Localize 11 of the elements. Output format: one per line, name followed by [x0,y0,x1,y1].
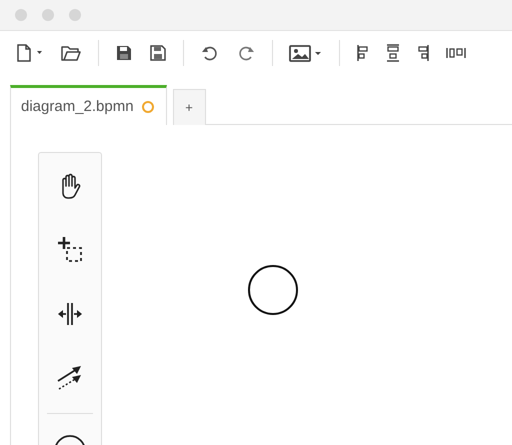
new-tab-button[interactable]: + [172,89,206,125]
save-as-icon[interactable] [149,43,167,63]
lasso-tool-icon[interactable] [55,235,85,265]
align-left-icon[interactable] [356,43,370,63]
file-tab[interactable]: diagram_2.bpmn [10,85,167,125]
image-icon[interactable] [289,43,323,63]
align-center-icon[interactable] [386,43,400,63]
align-right-icon[interactable] [416,43,430,63]
start-event-circle [246,263,300,317]
save-icon[interactable] [115,43,133,63]
new-file-icon[interactable] [16,43,44,63]
